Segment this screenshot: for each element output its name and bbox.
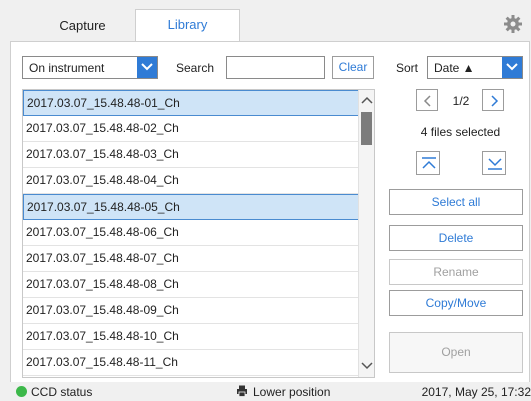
rename-button[interactable]: Rename [389, 259, 523, 285]
chevron-down-icon[interactable] [502, 57, 522, 78]
sort-select-value: Date ▲ [434, 61, 475, 75]
previous-page-button[interactable] [416, 89, 438, 111]
open-button[interactable]: Open [389, 332, 523, 373]
file-row[interactable]: 2017.03.07_15.48.48-05_Ch [23, 194, 359, 220]
selection-count: 4 files selected [420, 125, 501, 139]
source-select[interactable]: On instrument [22, 56, 158, 79]
printer-icon [236, 385, 248, 400]
scrollbar-thumb[interactable] [361, 112, 372, 145]
file-row[interactable]: 2017.03.07_15.48.48-01_Ch [23, 90, 359, 116]
chevron-left-icon [423, 95, 431, 107]
ccd-status-indicator [16, 386, 27, 397]
file-list: 2017.03.07_15.48.48-01_Ch 2017.03.07_15.… [22, 89, 375, 378]
tab-capture[interactable]: Capture [30, 11, 135, 42]
chevron-up-icon[interactable] [361, 94, 373, 106]
sort-label: Sort [396, 61, 419, 75]
tab-library[interactable]: Library [135, 9, 240, 42]
file-row[interactable]: 2017.03.07_15.48.48-03_Ch [23, 142, 359, 168]
search-label: Search [176, 61, 215, 75]
file-row[interactable]: 2017.03.07_15.48.48-07_Ch [23, 246, 359, 272]
ccd-status-label: CCD status [31, 385, 93, 399]
file-row[interactable]: 2017.03.07_15.48.48-08_Ch [23, 272, 359, 298]
clear-button[interactable]: Clear [332, 56, 374, 79]
status-bar: CCD status Lower position 2017, May 25, … [0, 383, 531, 401]
scroll-to-bottom-button[interactable] [482, 151, 506, 175]
source-select-value: On instrument [29, 61, 105, 75]
sort-select[interactable]: Date ▲ [427, 56, 523, 79]
gear-icon[interactable] [503, 14, 523, 34]
page-indicator: 1/2 [452, 94, 470, 108]
file-row[interactable]: 2017.03.07_15.48.48-09_Ch [23, 298, 359, 324]
chevron-down-icon[interactable] [361, 360, 373, 372]
search-input[interactable] [226, 56, 325, 79]
file-row[interactable]: 2017.03.07_15.48.48-06_Ch [23, 220, 359, 246]
next-page-button[interactable] [482, 89, 504, 111]
file-row[interactable]: 2017.03.07_15.48.48-10_Ch [23, 324, 359, 350]
datetime-display: 2017, May 25, 17:32 [421, 385, 531, 399]
scroll-to-bottom-icon [488, 158, 502, 170]
file-row[interactable]: 2017.03.07_15.48.48-02_Ch [23, 116, 359, 142]
position-status: Lower position [253, 385, 331, 399]
scroll-to-top-button[interactable] [416, 151, 440, 175]
select-all-button[interactable]: Select all [389, 189, 523, 215]
copy-move-button[interactable]: Copy/Move [389, 290, 523, 316]
chevron-down-icon[interactable] [137, 57, 157, 78]
delete-button[interactable]: Delete [389, 225, 523, 251]
file-row[interactable]: 2017.03.07_15.48.48-04_Ch [23, 168, 359, 194]
scroll-to-top-icon [422, 157, 436, 169]
chevron-right-icon [491, 95, 499, 107]
file-row[interactable]: 2017.03.07_15.48.48-11_Ch [23, 350, 359, 376]
list-scrollbar[interactable] [358, 90, 374, 377]
